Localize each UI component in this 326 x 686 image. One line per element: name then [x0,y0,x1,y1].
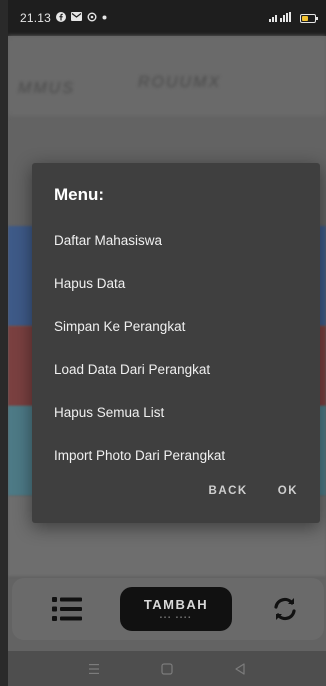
home-button[interactable] [155,657,179,681]
menu-item-hapus-data[interactable]: Hapus Data [32,262,320,305]
dialog-actions: BACK OK [209,485,298,497]
recent-apps-button[interactable] [82,657,106,681]
status-bar: 21.13 [8,0,326,36]
add-button-sub-decoration: ▪▪▪ ▪▪▪▪ [159,615,193,621]
menu-item-simpan-ke-perangkat[interactable]: Simpan Ke Perangkat [32,305,320,348]
refresh-button[interactable] [268,592,302,626]
menu-item-daftar-mahasiswa[interactable]: Daftar Mahasiswa [32,219,320,262]
menu-item-hapus-semua-list[interactable]: Hapus Semua List [32,391,320,434]
mail-icon [71,12,83,24]
menu-dialog: Menu: Daftar Mahasiswa Hapus Data Simpan… [32,163,320,523]
ok-button[interactable]: OK [278,485,298,497]
status-time: 21.13 [20,11,52,25]
dialog-title: Menu: [54,185,105,204]
add-button-label: TAMBAH [143,597,209,612]
back-triangle-icon [235,662,245,675]
dot-icon [102,13,107,23]
menu-lines-icon [89,663,100,674]
system-nav-bar [8,651,326,686]
status-right [269,11,318,25]
menu-item-import-photo[interactable]: Import Photo Dari Perangkat [32,434,320,477]
menu-item-load-data[interactable]: Load Data Dari Perangkat [32,348,320,391]
back-button[interactable]: BACK [209,485,248,497]
blurred-text-left: MMUS [18,80,75,97]
sync-icon [87,12,97,25]
back-nav-button[interactable] [228,657,252,681]
refresh-icon [274,597,296,621]
menu-list: Daftar Mahasiswa Hapus Data Simpan Ke Pe… [32,219,320,477]
blurred-text-middle: ROUUMX [138,74,222,91]
bottom-toolbar: TAMBAH ▪▪▪ ▪▪▪▪ [12,578,324,640]
signal-icon [269,11,295,25]
battery-icon [300,13,318,23]
list-menu-button[interactable] [50,594,86,624]
add-button[interactable]: TAMBAH ▪▪▪ ▪▪▪▪ [120,587,232,631]
facebook-icon [56,11,67,25]
status-left: 21.13 [20,11,107,25]
list-icon [52,597,82,621]
home-square-icon [161,662,173,675]
phone-screen: 21.13 MMUS ROUUMX TAMBAH ▪▪▪ ▪▪▪▪ Menu: … [8,0,326,686]
